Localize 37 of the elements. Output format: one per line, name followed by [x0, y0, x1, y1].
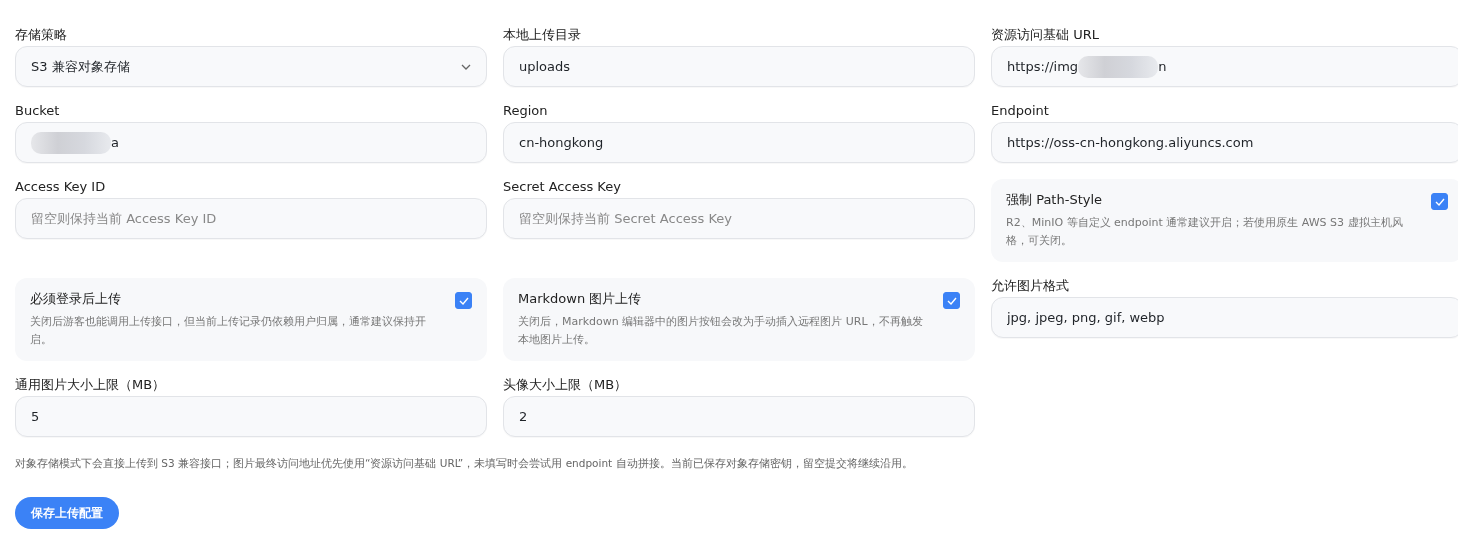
checkmark-icon [458, 296, 469, 305]
field-label: Secret Access Key [503, 179, 622, 195]
save-button[interactable]: 保存上传配置 [15, 497, 119, 529]
checkbox[interactable] [943, 292, 960, 309]
checkbox[interactable] [455, 292, 472, 309]
field-label: 允许图片格式 [991, 278, 1070, 294]
checkmark-icon [946, 296, 957, 305]
option-description: 关闭后，Markdown 编辑器中的图片按钮会改为手动插入远程图片 URL，不再触发本地图片上传。 [518, 314, 924, 348]
field-label: 通用图片大小上限（MB） [15, 377, 167, 393]
help-text: 对象存储模式下会直接上传到 S3 兼容接口；图片最终访问地址优先使用“资源访问基础 URL”，未填写时会尝试用 endpoint 自动拼接。当前已保存对象存储密钥，留空提交将继续沿用。 [15, 457, 914, 471]
checkmark-icon [1434, 197, 1445, 206]
chevron-down-icon [461, 63, 471, 70]
select-field[interactable]: S3 兼容对象存储 [15, 46, 487, 87]
input-field[interactable]: a [15, 122, 487, 163]
input-field[interactable]: 2 [503, 396, 975, 437]
field-label: Access Key ID [15, 179, 107, 195]
input-field[interactable]: https://img n [991, 46, 1458, 87]
field-label: 头像大小上限（MB） [503, 377, 629, 393]
checkbox[interactable] [1431, 193, 1448, 210]
input-field[interactable]: 留空则保持当前 Access Key ID [15, 198, 487, 239]
field-label: 本地上传目录 [503, 27, 582, 43]
field-label: Endpoint [991, 103, 1050, 119]
input-field[interactable]: cn-hongkong [503, 122, 975, 163]
option-title: Markdown 图片上传 [518, 290, 643, 308]
input-field[interactable]: uploads [503, 46, 975, 87]
option-title: 必须登录后上传 [30, 290, 122, 308]
option-description: R2、MinIO 等自定义 endpoint 通常建议开启；若使用原生 AWS S3 虚拟主机风格，可关闭。 [1006, 215, 1404, 249]
field-label: 资源访问基础 URL [991, 27, 1100, 43]
option-title: 强制 Path-Style [1006, 191, 1104, 209]
input-field[interactable]: 留空则保持当前 Secret Access Key [503, 198, 975, 239]
input-field[interactable]: jpg, jpeg, png, gif, webp [991, 297, 1458, 338]
field-label: 存储策略 [15, 27, 68, 43]
field-label: Bucket [15, 103, 61, 119]
option-description: 关闭后游客也能调用上传接口，但当前上传记录仍依赖用户归属，通常建议保持开启。 [30, 314, 427, 348]
input-field[interactable]: 5 [15, 396, 487, 437]
input-field[interactable]: https://oss-cn-hongkong.aliyuncs.com [991, 122, 1458, 163]
field-label: Region [503, 103, 549, 119]
